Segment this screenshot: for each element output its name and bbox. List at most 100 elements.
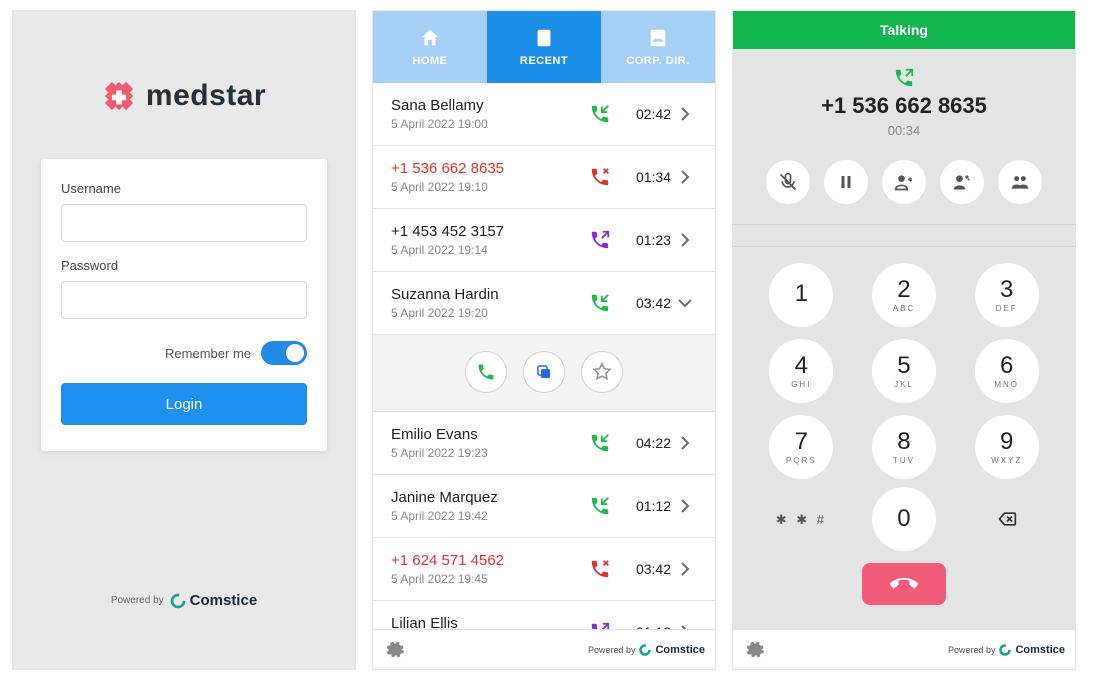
powered-by-footer: Powered by Comstice xyxy=(13,592,355,609)
incoming-call-icon xyxy=(587,292,613,314)
call-title: +1 453 452 3157 xyxy=(391,223,587,240)
key-letters: PQRS xyxy=(786,456,817,465)
transfer-button[interactable] xyxy=(882,160,926,204)
call-timestamp: 5 April 2022 19:14 xyxy=(391,243,587,257)
call-screen: Talking +1 536 662 8635 00:34 12ABC3DEF4… xyxy=(732,10,1076,670)
login-button[interactable]: Login xyxy=(61,383,307,425)
chevron-right-icon[interactable] xyxy=(671,561,699,577)
settings-icon[interactable] xyxy=(743,639,765,661)
mute-button[interactable] xyxy=(766,160,810,204)
call-row[interactable]: +1 624 571 4562 5 April 2022 19:45 03:42 xyxy=(373,538,715,601)
call-timestamp: 5 April 2022 19:10 xyxy=(391,180,587,194)
call-duration: 01:12 xyxy=(619,498,671,514)
call-timestamp: 5 April 2022 19:00 xyxy=(391,117,587,131)
call-title: Emilio Evans xyxy=(391,426,587,443)
key-4[interactable]: 4GHI xyxy=(769,339,833,403)
dialpad: 1 2 ABC 3DEF 4GHI 5 JKL 6MNO 7PQRS 8 TUV 9WXYZ xyxy=(733,247,1075,487)
missed-call-icon xyxy=(587,558,613,580)
call-title: Suzanna Hardin xyxy=(391,286,587,303)
key-number: 4 xyxy=(795,354,808,378)
password-input[interactable] xyxy=(61,281,307,319)
call-row[interactable]: Suzanna Hardin 5 April 2022 19:20 03:42 xyxy=(373,272,715,335)
call-duration: 03:42 xyxy=(619,295,671,311)
key-2[interactable]: 2 ABC xyxy=(872,263,936,327)
key-letters: TUV xyxy=(893,456,915,465)
footer-bar: Powered by Comstice xyxy=(373,629,715,669)
key-3[interactable]: 3DEF xyxy=(975,263,1039,327)
hangup-button[interactable] xyxy=(862,563,946,605)
call-duration: 01:34 xyxy=(619,169,671,185)
key-5[interactable]: 5 JKL xyxy=(872,339,936,403)
call-row[interactable]: Janine Marquez 5 April 2022 19:42 01:12 xyxy=(373,475,715,538)
key-8[interactable]: 8 TUV xyxy=(872,415,936,479)
call-list: Sana Bellamy 5 April 2022 19:00 02:42 +1… xyxy=(373,83,715,629)
chevron-right-icon[interactable] xyxy=(671,435,699,451)
tab-recent-label: RECENT xyxy=(520,55,568,67)
call-title: Lilian Ellis xyxy=(391,615,587,629)
brand-name: medstar xyxy=(146,79,266,113)
tab-corp-dir[interactable]: CORP. DIR. xyxy=(601,11,715,83)
comstice-icon xyxy=(999,644,1011,656)
tab-home-label: HOME xyxy=(413,55,448,67)
home-icon xyxy=(419,27,441,49)
call-duration: 03:42 xyxy=(619,561,671,577)
key-number: 9 xyxy=(1000,430,1013,454)
call-title: Janine Marquez xyxy=(391,489,587,506)
key-number: 2 xyxy=(897,278,910,302)
hold-button[interactable] xyxy=(824,160,868,204)
key-7[interactable]: 7PQRS xyxy=(769,415,833,479)
call-duration: 02:42 xyxy=(619,106,671,122)
key-0[interactable]: 0 xyxy=(872,487,936,551)
username-input[interactable] xyxy=(61,204,307,242)
call-row[interactable]: Lilian Ellis 5 April 2019 19:00 01:12 xyxy=(373,601,715,629)
key-letters: MNO xyxy=(994,380,1019,389)
incoming-call-icon xyxy=(893,67,915,89)
key-star[interactable]: ✱ ✱ # xyxy=(769,487,833,551)
footer-powered: Powered by Comstice xyxy=(948,644,1065,656)
tab-corp-label: CORP. DIR. xyxy=(626,55,689,67)
outgoing-call-icon xyxy=(587,621,613,629)
key-6[interactable]: 6MNO xyxy=(975,339,1039,403)
call-row[interactable]: Sana Bellamy 5 April 2022 19:00 02:42 xyxy=(373,83,715,146)
call-row[interactable]: +1 453 452 3157 5 April 2022 19:14 01:23 xyxy=(373,209,715,272)
call-actions xyxy=(766,160,1042,204)
login-card: Username Password Remember me Login xyxy=(41,159,327,451)
outgoing-call-icon xyxy=(587,229,613,251)
consult-button[interactable] xyxy=(940,160,984,204)
conference-button[interactable] xyxy=(998,160,1042,204)
call-row[interactable]: Emilio Evans 5 April 2022 19:23 04:22 xyxy=(373,412,715,475)
call-row-actions xyxy=(373,335,715,412)
remember-label: Remember me xyxy=(165,346,251,361)
key-9[interactable]: 9WXYZ xyxy=(975,415,1039,479)
powered-by-text: Powered by xyxy=(948,645,996,655)
key-letters: ABC xyxy=(893,304,915,313)
password-label: Password xyxy=(61,258,307,273)
incoming-call-icon xyxy=(587,103,613,125)
chevron-right-icon[interactable] xyxy=(671,169,699,185)
chevron-right-icon[interactable] xyxy=(671,106,699,122)
call-title: +1 624 571 4562 xyxy=(391,552,587,569)
key-1[interactable]: 1 xyxy=(769,263,833,327)
settings-icon[interactable] xyxy=(383,639,405,661)
chevron-down-icon[interactable] xyxy=(671,298,699,308)
key-number: 8 xyxy=(897,430,910,454)
callback-button[interactable] xyxy=(465,351,507,393)
tab-home[interactable]: HOME xyxy=(373,11,487,83)
chevron-right-icon[interactable] xyxy=(671,498,699,514)
footer-powered: Powered by Comstice xyxy=(588,644,705,656)
key-number: 5 xyxy=(897,354,910,378)
call-info: +1 536 662 8635 00:34 xyxy=(733,49,1075,225)
comstice-logo: Comstice xyxy=(170,592,258,609)
remember-toggle[interactable] xyxy=(261,341,307,365)
favorite-button[interactable] xyxy=(581,351,623,393)
chevron-right-icon[interactable] xyxy=(671,232,699,248)
call-row[interactable]: +1 536 662 8635 5 April 2022 19:10 01:34 xyxy=(373,146,715,209)
key-letters: DEF xyxy=(996,304,1018,313)
key-letters: JKL xyxy=(894,380,914,389)
incoming-call-icon xyxy=(587,432,613,454)
comstice-text: Comstice xyxy=(1015,644,1065,656)
key-backspace[interactable] xyxy=(975,487,1039,551)
call-timestamp: 5 April 2022 19:42 xyxy=(391,509,587,523)
tab-recent[interactable]: RECENT xyxy=(487,11,601,83)
copy-button[interactable] xyxy=(523,351,565,393)
